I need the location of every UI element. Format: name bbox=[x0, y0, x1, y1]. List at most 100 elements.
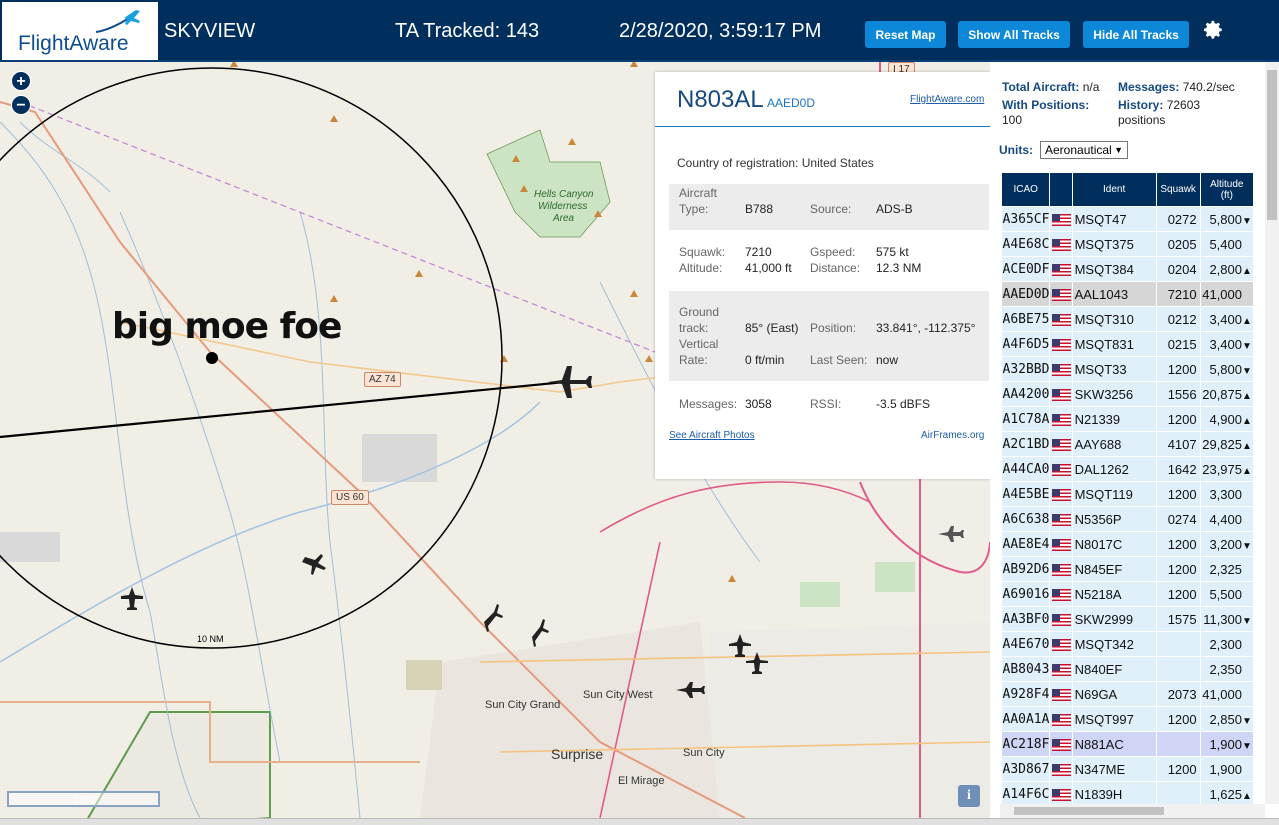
row-altitude: 2,850▼ bbox=[1200, 706, 1255, 732]
row-icao: A32BBD bbox=[1001, 356, 1051, 382]
gear-icon[interactable] bbox=[1199, 17, 1225, 43]
row-altitude: 4,400 bbox=[1200, 506, 1255, 532]
table-row[interactable]: A928F4 N69GA 2073 41,000 bbox=[1001, 681, 1255, 707]
col-altitude[interactable]: Altitude (ft) bbox=[1199, 172, 1255, 207]
table-row[interactable]: AAED0D AAL1043 7210 41,000 bbox=[1001, 281, 1255, 307]
row-icao: A44CA0 bbox=[1001, 456, 1051, 482]
vertical-rate-label-2: Rate: bbox=[679, 353, 708, 367]
table-row[interactable]: A44CA0 DAL1262 1642 23,975▲ bbox=[1001, 456, 1255, 482]
vertical-scroll-thumb[interactable] bbox=[1267, 70, 1277, 220]
col-ident[interactable]: Ident bbox=[1071, 172, 1157, 207]
altitude-trend-icon: ▼ bbox=[1242, 540, 1252, 552]
flightaware-link[interactable]: FlightAware.com bbox=[910, 94, 984, 105]
table-row[interactable]: AA0A1A MSQT997 1200 2,850▼ bbox=[1001, 706, 1255, 732]
selected-aircraft-icon[interactable] bbox=[548, 366, 592, 398]
us-flag-icon bbox=[1051, 764, 1071, 777]
vertical-scrollbar[interactable] bbox=[1265, 62, 1279, 804]
messages-label: Messages: bbox=[679, 397, 738, 411]
aircraft-icon-3[interactable] bbox=[484, 604, 503, 632]
horizontal-scroll-thumb[interactable] bbox=[1014, 807, 1164, 815]
row-altitude: 23,975▲ bbox=[1200, 456, 1255, 482]
source-label: Source: bbox=[810, 202, 852, 216]
units-select-value: Aeronautical bbox=[1045, 143, 1112, 157]
col-icao[interactable]: ICAO bbox=[1000, 172, 1051, 207]
us-flag-icon bbox=[1049, 256, 1073, 282]
col-squawk[interactable]: Squawk bbox=[1155, 172, 1201, 207]
row-altitude-value: 3,400 bbox=[1209, 311, 1242, 327]
row-altitude-value: 1,900 bbox=[1209, 761, 1242, 777]
table-row[interactable]: A2C1BD AAY688 4107 29,825▲ bbox=[1001, 431, 1255, 457]
hide-all-tracks-button[interactable]: Hide All Tracks bbox=[1083, 21, 1189, 48]
us-flag-icon bbox=[1051, 314, 1071, 327]
row-ident: N1839H bbox=[1072, 781, 1157, 807]
aircraft-icon-8[interactable] bbox=[938, 526, 964, 542]
zoom-out-button[interactable]: − bbox=[11, 95, 31, 115]
table-row[interactable]: AC218F N881AC 1,900▼ bbox=[1001, 731, 1255, 757]
altitude-trend-icon: ▼ bbox=[1242, 615, 1252, 627]
us-flag-icon bbox=[1049, 481, 1073, 507]
us-flag-icon bbox=[1051, 689, 1071, 702]
map-info-button[interactable]: i bbox=[958, 785, 980, 807]
us-flag-icon bbox=[1049, 281, 1073, 307]
row-ident: N881AC bbox=[1072, 731, 1157, 757]
selected-track bbox=[0, 380, 566, 439]
us-flag-icon bbox=[1051, 239, 1071, 252]
row-altitude: 5,500 bbox=[1200, 581, 1255, 607]
altitude-trend-icon: ▼ bbox=[1242, 715, 1252, 727]
table-row[interactable]: AA3BF0 SKW2999 1575 11,300▼ bbox=[1001, 606, 1255, 632]
ground-track-value: 85° (East) bbox=[745, 321, 799, 335]
table-row[interactable]: A6BE75 MSQT310 0212 3,400▲ bbox=[1001, 306, 1255, 332]
row-altitude: 20,875▲ bbox=[1200, 381, 1255, 407]
table-row[interactable]: A3D867 N347ME 1200 1,900 bbox=[1001, 756, 1255, 782]
aircraft-icon-4[interactable] bbox=[532, 619, 549, 647]
table-row[interactable]: AB8043 N840EF 2,350 bbox=[1001, 656, 1255, 682]
total-aircraft-label: Total Aircraft: bbox=[1002, 80, 1080, 94]
aircraft-icon-2[interactable] bbox=[302, 554, 326, 575]
distance-value: 12.3 NM bbox=[876, 261, 922, 275]
table-row[interactable]: AB92D6 N845EF 1200 2,325 bbox=[1001, 556, 1255, 582]
row-squawk: 1575 bbox=[1156, 606, 1201, 632]
row-ident: MSQT119 bbox=[1072, 481, 1157, 507]
plane-logo-icon bbox=[95, 10, 140, 33]
map-label-surprise: Surprise bbox=[551, 746, 604, 762]
show-all-tracks-button[interactable]: Show All Tracks bbox=[958, 21, 1070, 48]
aircraft-type-value: B788 bbox=[745, 202, 774, 216]
table-row[interactable]: A14F6C N1839H 1,625▲ bbox=[1001, 781, 1255, 807]
us-flag-icon bbox=[1049, 456, 1073, 482]
table-row[interactable]: A6C638 N5356P 0274 4,400 bbox=[1001, 506, 1255, 532]
table-row[interactable]: A1C78A N21339 1200 4,900▲ bbox=[1001, 406, 1255, 432]
row-altitude: 3,400▲ bbox=[1200, 306, 1255, 332]
altitude-trend-icon: ▼ bbox=[1242, 340, 1252, 352]
row-squawk: 0272 bbox=[1156, 206, 1201, 232]
range-ring bbox=[0, 67, 503, 649]
horizontal-scrollbar[interactable] bbox=[1000, 804, 1265, 818]
table-row[interactable]: ACE0DF MSQT384 0204 2,800▲ bbox=[1001, 256, 1255, 282]
us-flag-icon bbox=[1051, 614, 1071, 627]
table-row[interactable]: A4F6D5 MSQT831 0215 3,400▼ bbox=[1001, 331, 1255, 357]
row-altitude: 4,900▲ bbox=[1200, 406, 1255, 432]
table-row[interactable]: A32BBD MSQT33 1200 5,800▼ bbox=[1001, 356, 1255, 382]
row-altitude: 1,900▼ bbox=[1200, 731, 1255, 757]
messages-value: 3058 bbox=[745, 397, 772, 411]
flightaware-logo[interactable]: FlightAware bbox=[2, 2, 158, 60]
loop303 bbox=[859, 481, 990, 574]
units-label: Units: bbox=[999, 143, 1033, 157]
airframes-link[interactable]: AirFrames.org bbox=[921, 430, 984, 441]
reset-map-button[interactable]: Reset Map bbox=[865, 21, 946, 48]
zoom-in-button[interactable]: + bbox=[11, 71, 31, 91]
row-squawk: 0212 bbox=[1156, 306, 1201, 332]
field-parcel bbox=[406, 660, 442, 690]
see-aircraft-photos-link[interactable]: See Aircraft Photos bbox=[669, 430, 755, 441]
table-row[interactable]: AA4200 SKW3256 1556 20,875▲ bbox=[1001, 381, 1255, 407]
row-ident: N840EF bbox=[1072, 656, 1157, 682]
units-select[interactable]: Aeronautical ▼ bbox=[1040, 141, 1128, 159]
col-altitude-label: Altitude bbox=[1210, 178, 1244, 190]
tracked-count: TA Tracked: 143 bbox=[395, 20, 540, 42]
table-row[interactable]: A69016 N5218A 1200 5,500 bbox=[1001, 581, 1255, 607]
table-row[interactable]: A4E670 MSQT342 2,300 bbox=[1001, 631, 1255, 657]
table-row[interactable]: A4E68C MSQT375 0205 5,400 bbox=[1001, 231, 1255, 257]
table-row[interactable]: A4E5BE MSQT119 1200 3,300 bbox=[1001, 481, 1255, 507]
table-row[interactable]: A365CF MSQT47 0272 5,800▼ bbox=[1001, 206, 1255, 232]
table-row[interactable]: AAE8E4 N8017C 1200 3,200▼ bbox=[1001, 531, 1255, 557]
messages-rate-value: 740.2/sec bbox=[1182, 80, 1235, 94]
